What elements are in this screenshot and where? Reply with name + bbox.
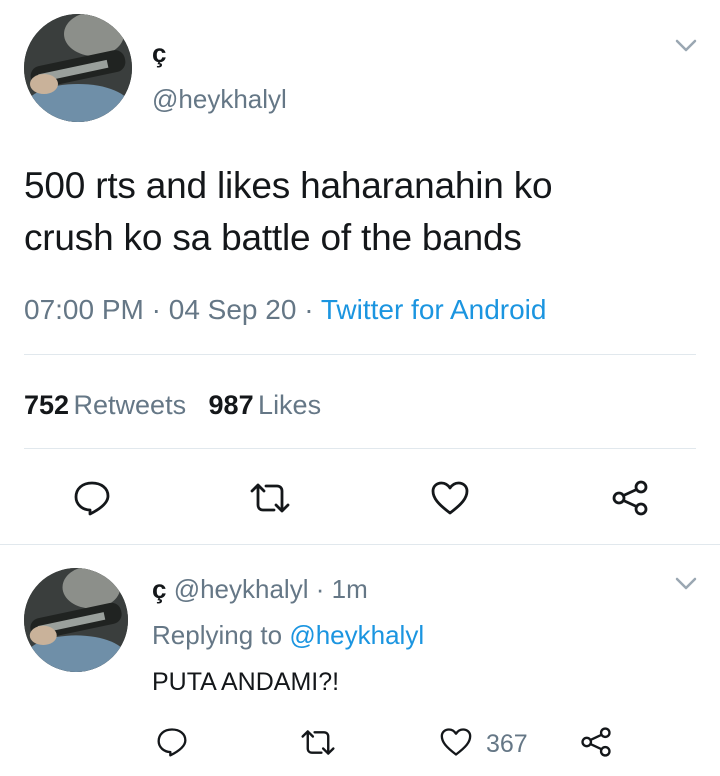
- share-button[interactable]: [606, 474, 654, 522]
- meta-separator: ·: [304, 294, 314, 325]
- reply-chevron-down-icon[interactable]: [670, 568, 702, 600]
- reply-button[interactable]: [68, 474, 116, 522]
- tweet-source-link[interactable]: Twitter for Android: [321, 294, 547, 325]
- avatar-image: [24, 14, 132, 122]
- reply-tweet-text: PUTA ANDAMI?!: [152, 668, 340, 696]
- divider-meta: [24, 354, 696, 355]
- heart-icon: [440, 728, 472, 756]
- reply-like-count: 367: [486, 730, 528, 758]
- reply-reply-button[interactable]: [152, 722, 192, 762]
- replying-to-handle-link[interactable]: @heykhalyl: [289, 620, 424, 650]
- tweet-stats: 752 Retweets 987 Likes: [24, 390, 321, 421]
- retweets-count: 752: [24, 390, 70, 420]
- divider-thread: [0, 544, 720, 545]
- reply-retweet-button[interactable]: [296, 722, 340, 762]
- comment-bubble-icon: [74, 481, 110, 516]
- replying-to-label: Replying to: [152, 620, 283, 650]
- retweet-button[interactable]: [244, 474, 296, 522]
- likes-count: 987: [208, 390, 254, 420]
- reply-author-handle[interactable]: @heykhalyl: [174, 574, 309, 604]
- divider-stats: [24, 448, 696, 449]
- comment-bubble-icon: [157, 728, 187, 757]
- retweet-icon: [250, 483, 290, 513]
- replying-to: Replying to @heykhalyl: [152, 620, 424, 651]
- share-nodes-icon: [612, 480, 648, 516]
- tweet-meta: 07:00 PM · 04 Sep 20 · Twitter for Andro…: [24, 294, 546, 326]
- tweet-date: 04 Sep 20: [168, 294, 297, 325]
- tweet-text: 500 rts and likes haharanahin ko crush k…: [24, 160, 704, 264]
- chevron-down-icon[interactable]: [670, 30, 702, 62]
- tweet-text-line-1: 500 rts and likes haharanahin ko: [24, 165, 553, 206]
- author-handle[interactable]: @heykhalyl: [152, 84, 287, 115]
- likes-label: Likes: [258, 390, 322, 420]
- author-name[interactable]: ç: [152, 38, 166, 69]
- reply-age: 1m: [331, 574, 368, 604]
- retweets-stat[interactable]: 752 Retweets: [24, 390, 191, 420]
- likes-stat[interactable]: 987 Likes: [209, 390, 322, 420]
- tweet-text-line-2: crush ko sa battle of the bands: [24, 217, 522, 258]
- like-button[interactable]: [426, 474, 474, 522]
- share-nodes-icon: [581, 727, 611, 757]
- avatar-image: [24, 568, 128, 672]
- tweet-time: 07:00 PM: [24, 294, 144, 325]
- meta-separator: ·: [315, 574, 325, 604]
- meta-separator: ·: [151, 294, 161, 325]
- author-avatar[interactable]: [24, 14, 132, 122]
- reply-author-avatar[interactable]: [24, 568, 128, 672]
- retweets-label: Retweets: [73, 390, 187, 420]
- reply-author-name[interactable]: ç: [152, 574, 166, 604]
- retweet-icon: [301, 729, 335, 755]
- reply-share-button[interactable]: [576, 722, 616, 762]
- heart-icon: [431, 481, 469, 515]
- reply-like-button[interactable]: [436, 722, 476, 762]
- reply-header: ç @heykhalyl · 1m: [152, 574, 368, 605]
